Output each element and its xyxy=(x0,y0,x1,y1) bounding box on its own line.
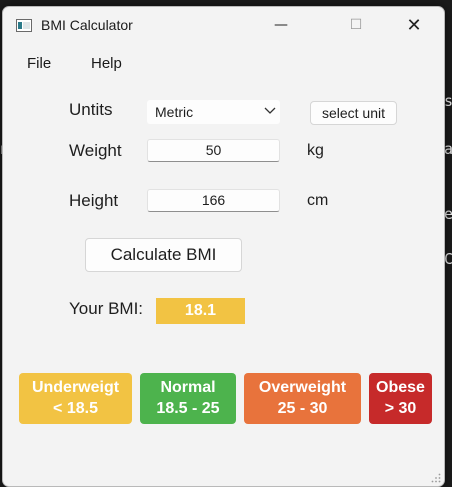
height-unit-label: cm xyxy=(307,192,329,209)
close-button[interactable]: ✕ xyxy=(391,7,437,45)
height-label: Height xyxy=(69,191,119,210)
minimize-button[interactable]: — xyxy=(258,7,304,45)
units-label: Untits xyxy=(69,100,113,119)
category-range: < 18.5 xyxy=(53,400,98,417)
select-unit-button[interactable]: select unit xyxy=(310,101,397,125)
menu-file[interactable]: File xyxy=(27,55,51,72)
bmi-result-value: 18.1 xyxy=(156,298,245,324)
background-text: a xyxy=(444,140,452,158)
background-text: s xyxy=(444,92,452,110)
background-text: C xyxy=(444,250,452,268)
menu-bar: File Help xyxy=(3,51,444,77)
calculate-bmi-button[interactable]: Calculate BMI xyxy=(85,238,242,272)
app-icon xyxy=(16,19,32,32)
chevron-down-icon xyxy=(264,107,276,114)
weight-input[interactable]: 50 xyxy=(147,139,280,162)
resize-grip-icon[interactable] xyxy=(431,473,441,483)
category-obese: Obese > 30 xyxy=(369,373,432,424)
title-bar[interactable]: BMI Calculator — ☐ ✕ xyxy=(3,7,444,45)
category-underweight: Underweigt < 18.5 xyxy=(19,373,132,424)
menu-help[interactable]: Help xyxy=(91,55,122,72)
your-bmi-label: Your BMI: xyxy=(69,299,144,318)
window-title: BMI Calculator xyxy=(41,17,133,33)
category-name: Normal xyxy=(160,379,216,396)
units-selected-value: Metric xyxy=(155,104,194,120)
category-range: > 30 xyxy=(384,400,417,417)
category-name: Overweight xyxy=(258,379,347,396)
height-input[interactable]: 166 xyxy=(147,189,280,212)
category-range: 25 - 30 xyxy=(277,400,328,417)
weight-unit-label: kg xyxy=(307,142,324,159)
category-name: Underweigt xyxy=(31,379,120,396)
bmi-calculator-window: BMI Calculator — ☐ ✕ File Help Untits Me… xyxy=(2,6,445,487)
maximize-button[interactable]: ☐ xyxy=(333,7,379,45)
category-range: 18.5 - 25 xyxy=(156,400,220,417)
category-normal: Normal 18.5 - 25 xyxy=(140,373,236,424)
units-dropdown[interactable]: Metric xyxy=(147,100,280,124)
category-overweight: Overweight 25 - 30 xyxy=(244,373,361,424)
background-text: e xyxy=(444,205,452,223)
category-name: Obese xyxy=(376,379,425,396)
weight-label: Weight xyxy=(69,141,122,160)
